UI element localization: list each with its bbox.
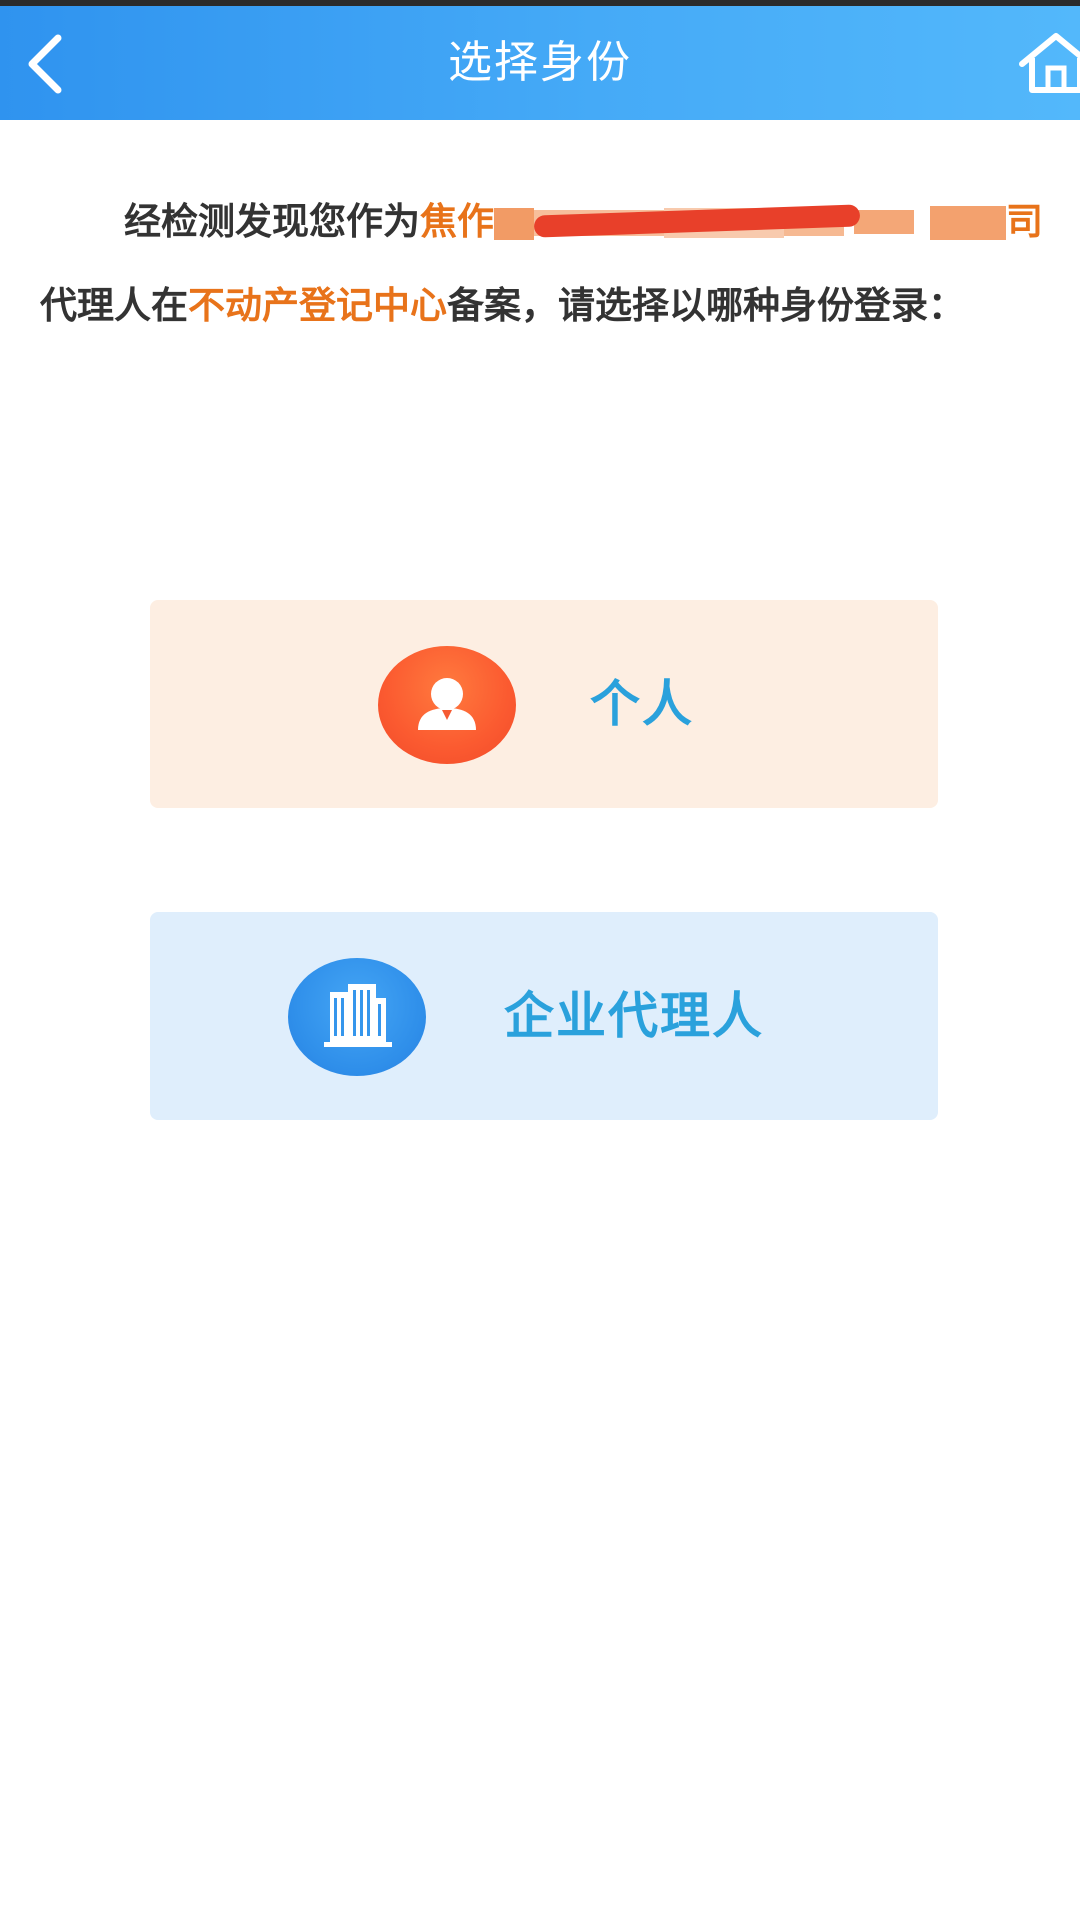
registration-center: 不动产登记中心 — [188, 284, 447, 327]
company-name-start: 焦作 — [420, 200, 494, 243]
enterprise-agent-option-button[interactable]: 企业代理人 — [150, 912, 938, 1120]
screen: 选择身份 经检测发现您作为焦作 司代理人在不动产登记中心备案，请选择以哪种身份登录… — [0, 0, 1080, 1920]
home-icon — [1019, 33, 1080, 93]
page-title: 选择身份 — [448, 37, 632, 88]
person-icon — [378, 646, 516, 764]
nav-bar: 选择身份 — [0, 6, 1080, 120]
enterprise-agent-option-label: 企业代理人 — [504, 987, 764, 1045]
identity-notice: 经检测发现您作为焦作 司代理人在不动产登记中心备案，请选择以哪种身份登录： — [40, 180, 1050, 348]
notice-middle: 代理人在 — [40, 284, 188, 327]
personal-option-button[interactable]: 个人 — [150, 600, 938, 808]
notice-suffix: 备案，请选择以哪种身份登录： — [447, 284, 965, 327]
notice-prefix: 经检测发现您作为 — [124, 200, 420, 243]
building-icon — [288, 958, 426, 1076]
home-button[interactable] — [1016, 30, 1080, 96]
personal-option-label: 个人 — [590, 675, 694, 733]
redacted-company-name — [494, 203, 1006, 244]
company-name-end: 司 — [1006, 200, 1043, 243]
